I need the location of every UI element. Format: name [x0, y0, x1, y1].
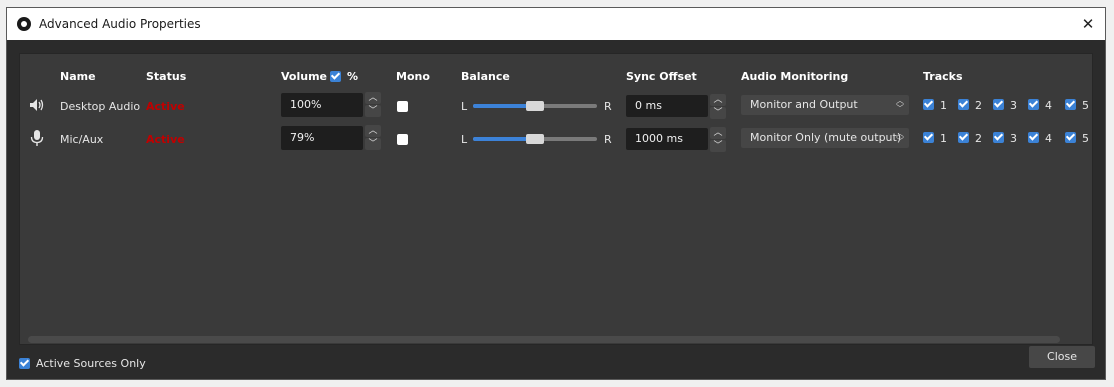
balance-slider[interactable] [473, 134, 597, 144]
header-sync-offset: Sync Offset [626, 70, 697, 83]
track-1-checkbox[interactable] [923, 99, 934, 110]
sync-offset-stepper[interactable]: ︿ ﹀ [710, 94, 726, 120]
balance-right-label: R [604, 100, 612, 113]
window-title: Advanced Audio Properties [39, 17, 201, 31]
stepper-down-icon[interactable]: ﹀ [710, 140, 726, 152]
active-sources-only-checkbox[interactable] [19, 358, 30, 369]
stepper-up-icon[interactable]: ︿ [710, 127, 726, 139]
sync-offset-input[interactable]: 0 ms [626, 95, 708, 117]
track-2-checkbox[interactable] [958, 132, 969, 143]
advanced-audio-properties-window: Advanced Audio Properties ✕ Name Status … [6, 7, 1106, 380]
track-1-checkbox[interactable] [923, 132, 934, 143]
source-name: Mic/Aux [60, 133, 104, 146]
balance-slider[interactable] [473, 101, 597, 111]
header-tracks: Tracks [923, 70, 963, 83]
sync-offset-stepper[interactable]: ︿ ﹀ [710, 127, 726, 153]
track-3-label: 3 [1010, 99, 1017, 112]
stepper-down-icon[interactable]: ﹀ [710, 107, 726, 119]
track-1-label: 1 [940, 99, 947, 112]
balance-slider-handle[interactable] [526, 101, 544, 111]
stepper-down-icon[interactable]: ﹀ [365, 138, 381, 150]
speaker-icon [29, 98, 45, 112]
obs-logo-icon [17, 17, 31, 31]
status-badge: Active [146, 133, 185, 146]
audio-monitoring-select[interactable]: Monitor and Output ︿ ﹀ [741, 95, 909, 115]
header-volume-unit: % [347, 70, 359, 83]
header-name: Name [60, 70, 96, 83]
track-4-label: 4 [1045, 99, 1052, 112]
header-mono: Mono [396, 70, 430, 83]
audio-monitoring-value: Monitor and Output [750, 98, 858, 111]
track-5-label: 5 [1082, 132, 1089, 145]
stepper-down-icon[interactable]: ﹀ [365, 105, 381, 117]
track-4-label: 4 [1045, 132, 1052, 145]
mono-checkbox[interactable] [397, 101, 408, 112]
track-4-checkbox[interactable] [1028, 99, 1039, 110]
stepper-up-icon[interactable]: ︿ [365, 125, 381, 137]
track-5-checkbox[interactable] [1065, 99, 1076, 110]
track-3-label: 3 [1010, 132, 1017, 145]
select-arrows-icon: ︿ ﹀ [896, 129, 904, 146]
balance-right-label: R [604, 133, 612, 146]
volume-input[interactable]: 100% [281, 93, 363, 117]
balance-left-label: L [461, 133, 468, 146]
window-close-icon[interactable]: ✕ [1079, 15, 1097, 33]
header-status: Status [146, 70, 187, 83]
select-arrows-icon: ︿ ﹀ [896, 96, 904, 113]
track-3-checkbox[interactable] [993, 99, 1004, 110]
title-bar: Advanced Audio Properties ✕ [7, 8, 1105, 40]
status-badge: Active [146, 100, 185, 113]
balance-left-label: L [461, 100, 468, 113]
volume-stepper[interactable]: ︿ ﹀ [365, 92, 381, 118]
active-sources-only-label: Active Sources Only [36, 357, 146, 370]
mono-checkbox[interactable] [397, 134, 408, 145]
track-5-label: 5 [1082, 99, 1089, 112]
header-balance: Balance [461, 70, 510, 83]
track-3-checkbox[interactable] [993, 132, 1004, 143]
volume-percent-checkbox[interactable] [330, 71, 341, 82]
volume-input[interactable]: 79% [281, 126, 363, 150]
volume-stepper[interactable]: ︿ ﹀ [365, 125, 381, 151]
track-1-label: 1 [940, 132, 947, 145]
track-2-checkbox[interactable] [958, 99, 969, 110]
microphone-icon [30, 130, 44, 146]
stepper-up-icon[interactable]: ︿ [710, 94, 726, 106]
balance-slider-handle[interactable] [526, 134, 544, 144]
close-button[interactable]: Close [1029, 346, 1095, 368]
horizontal-scrollbar[interactable] [28, 336, 1060, 343]
track-2-label: 2 [975, 132, 982, 145]
sync-offset-input[interactable]: 1000 ms [626, 128, 708, 150]
header-volume: Volume [281, 70, 327, 83]
source-name: Desktop Audio [60, 100, 141, 113]
stepper-up-icon[interactable]: ︿ [365, 92, 381, 104]
header-audio-monitoring: Audio Monitoring [741, 70, 849, 83]
track-2-label: 2 [975, 99, 982, 112]
audio-monitoring-select[interactable]: Monitor Only (mute output) ︿ ﹀ [741, 128, 909, 148]
audio-monitoring-value: Monitor Only (mute output) [750, 131, 902, 144]
sources-table: Name Status Volume % Mono Balance Sync O… [19, 53, 1093, 345]
track-5-checkbox[interactable] [1065, 132, 1076, 143]
track-4-checkbox[interactable] [1028, 132, 1039, 143]
